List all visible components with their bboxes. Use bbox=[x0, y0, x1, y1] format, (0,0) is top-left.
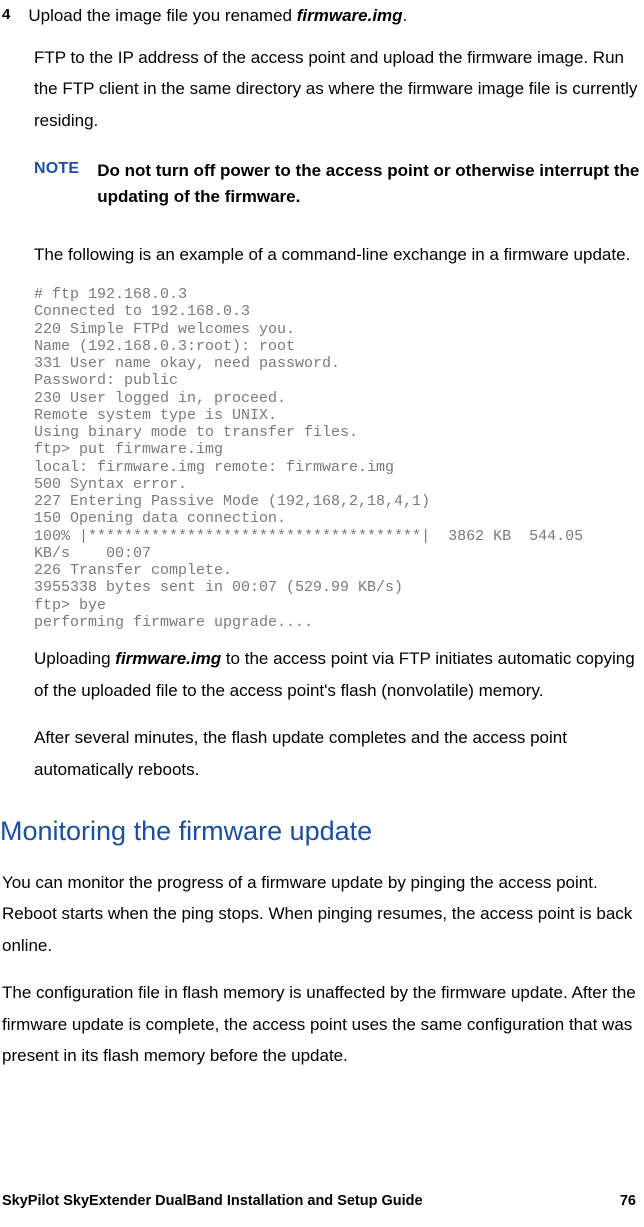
step-number: 4 bbox=[2, 4, 10, 28]
section-heading: Monitoring the firmware update bbox=[0, 813, 644, 851]
upload-prefix: Uploading bbox=[34, 649, 115, 668]
step-title-suffix: . bbox=[403, 6, 408, 25]
note-block: NOTE Do not turn off power to the access… bbox=[34, 158, 640, 211]
step-title: Upload the image file you renamed firmwa… bbox=[28, 4, 407, 28]
step-content: FTP to the IP address of the access poin… bbox=[34, 42, 640, 785]
step-row: 4 Upload the image file you renamed firm… bbox=[0, 4, 644, 28]
note-label: NOTE bbox=[34, 158, 79, 211]
note-body: Do not turn off power to the access poin… bbox=[97, 158, 640, 211]
step-title-filename: firmware.img bbox=[297, 6, 403, 25]
example-intro: The following is an example of a command… bbox=[34, 239, 640, 270]
step-title-prefix: Upload the image file you renamed bbox=[28, 6, 296, 25]
upload-filename: firmware.img bbox=[115, 649, 221, 668]
reboot-para: After several minutes, the flash update … bbox=[34, 722, 640, 785]
upload-para: Uploading firmware.img to the access poi… bbox=[34, 643, 640, 706]
monitor-para-2: The configuration file in flash memory i… bbox=[2, 977, 640, 1071]
footer-page-number: 76 bbox=[620, 1191, 636, 1211]
step-description: FTP to the IP address of the access poin… bbox=[34, 42, 640, 136]
monitor-para-1: You can monitor the progress of a firmwa… bbox=[2, 867, 640, 961]
footer-title: SkyPilot SkyExtender DualBand Installati… bbox=[2, 1191, 423, 1211]
page-footer: SkyPilot SkyExtender DualBand Installati… bbox=[2, 1191, 636, 1211]
code-example: # ftp 192.168.0.3 Connected to 192.168.0… bbox=[34, 286, 640, 631]
